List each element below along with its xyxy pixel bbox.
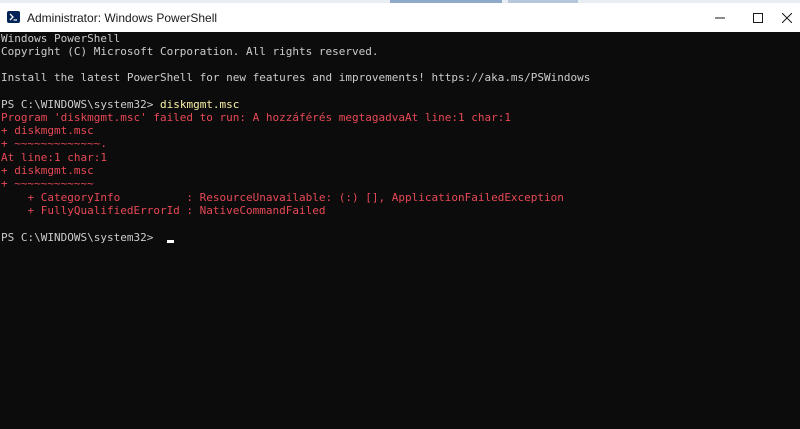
prompt-line: PS C:\WINDOWS\system32> diskmgmt.msc bbox=[1, 98, 239, 111]
minimize-icon bbox=[715, 17, 725, 18]
prompt-text: PS C:\WINDOWS\system32> bbox=[1, 231, 160, 244]
text-cursor bbox=[166, 240, 174, 243]
error-line: + CategoryInfo : ResourceUnavailable: (:… bbox=[1, 191, 564, 204]
error-line: + ~~~~~~~~~~~~~. bbox=[1, 137, 107, 150]
title-bar[interactable]: Administrator: Windows PowerShell bbox=[0, 3, 800, 33]
console-output[interactable]: Windows PowerShell Copyright (C) Microso… bbox=[0, 32, 800, 429]
error-line: + diskmgmt.msc bbox=[1, 164, 94, 177]
maximize-icon bbox=[753, 12, 763, 23]
current-prompt-line[interactable]: PS C:\WINDOWS\system32> bbox=[1, 231, 174, 244]
error-line: Program 'diskmgmt.msc' failed to run: A … bbox=[1, 111, 511, 124]
error-line: + diskmgmt.msc bbox=[1, 124, 94, 137]
error-line: + FullyQualifiedErrorId : NativeCommandF… bbox=[1, 204, 326, 217]
error-line: + ~~~~~~~~~~~~ bbox=[1, 177, 94, 190]
window-title: Administrator: Windows PowerShell bbox=[27, 11, 218, 25]
powershell-icon bbox=[7, 11, 20, 23]
install-hint-line: Install the latest PowerShell for new fe… bbox=[1, 71, 591, 84]
header-line: Windows PowerShell bbox=[1, 32, 121, 45]
command-text: diskmgmt.msc bbox=[159, 98, 240, 111]
close-icon bbox=[782, 12, 792, 23]
error-line: At line:1 char:1 bbox=[1, 151, 107, 164]
close-button[interactable] bbox=[774, 3, 800, 32]
powershell-window: Administrator: Windows PowerShell Window… bbox=[0, 0, 800, 429]
prompt-text: PS C:\WINDOWS\system32> bbox=[1, 98, 160, 111]
copyright-line: Copyright (C) Microsoft Corporation. All… bbox=[1, 45, 379, 58]
